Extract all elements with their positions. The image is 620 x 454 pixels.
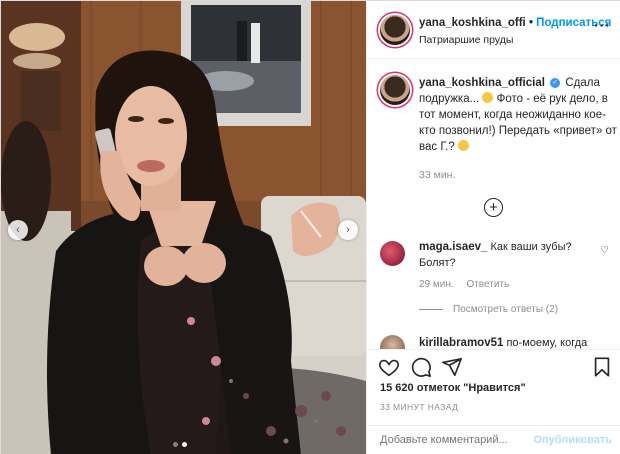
chevron-right-icon: › bbox=[346, 223, 350, 236]
comment-like-icon[interactable]: ♡ bbox=[600, 245, 609, 256]
comment-text-block: kirillabramov51 по-моему, когда bbox=[419, 335, 594, 349]
comment-icon bbox=[411, 357, 431, 377]
plus-circle-icon: + bbox=[489, 199, 498, 216]
photo-illustration bbox=[1, 1, 366, 454]
post-actions: 15 620 отметок "Нравится" 33 МИНУТ НАЗАД bbox=[367, 349, 620, 431]
comment-username[interactable]: kirillabramov51 bbox=[419, 337, 503, 349]
load-more-comments-button[interactable]: + bbox=[484, 198, 503, 217]
commenter-avatar[interactable] bbox=[380, 241, 405, 266]
caption-username[interactable]: yana_koshkina_official bbox=[419, 77, 545, 89]
share-button[interactable] bbox=[441, 356, 463, 378]
comment-text-block: maga.isaev_ Как ваши зубы? Болят? bbox=[419, 239, 594, 271]
emoji-icon bbox=[482, 92, 494, 103]
author-header-line: yana_koshkina_offi • Подписаться bbox=[419, 17, 611, 29]
carousel-prev-button[interactable]: ‹ bbox=[8, 220, 28, 240]
divider-line bbox=[419, 308, 443, 310]
save-button[interactable] bbox=[591, 356, 613, 378]
carousel-next-button[interactable]: › bbox=[338, 220, 358, 240]
caption-avatar[interactable] bbox=[380, 75, 410, 105]
author-avatar[interactable] bbox=[380, 15, 410, 45]
emoji-icon bbox=[457, 140, 469, 151]
more-options-button[interactable]: ··· bbox=[594, 17, 611, 33]
likes-count[interactable]: 15 620 отметок "Нравится" bbox=[380, 382, 526, 394]
caption-text-block: yana_koshkina_official ✓ Сдала подружка.… bbox=[419, 75, 619, 155]
author-username[interactable]: yana_koshkina_offi bbox=[419, 17, 526, 29]
post-photo[interactable]: ‹ › bbox=[1, 1, 366, 454]
post-header: yana_koshkina_offi • Подписаться Патриар… bbox=[367, 1, 620, 59]
share-icon bbox=[442, 357, 462, 377]
like-button[interactable] bbox=[378, 356, 400, 378]
heart-icon bbox=[379, 359, 399, 377]
comments-list[interactable]: yana_koshkina_official ✓ Сдала подружка.… bbox=[367, 59, 620, 349]
post-timestamp[interactable]: 33 МИНУТ НАЗАД bbox=[380, 402, 458, 412]
post-sidebar: yana_koshkina_offi • Подписаться Патриар… bbox=[366, 1, 620, 454]
comment-text: по-моему, когда bbox=[506, 337, 588, 349]
comment-input[interactable] bbox=[380, 434, 530, 446]
comment-button[interactable] bbox=[410, 356, 432, 378]
view-replies-button[interactable]: Посмотреть ответы (2) bbox=[419, 304, 558, 315]
instagram-post: ‹ › yana_koshkina_offi • Подписаться Пат… bbox=[0, 0, 620, 454]
bookmark-icon bbox=[594, 357, 610, 377]
comment-time: 29 мин. bbox=[419, 279, 454, 290]
comment-meta: 29 мин. Ответить bbox=[419, 279, 509, 290]
reply-button[interactable]: Ответить bbox=[466, 279, 509, 290]
publish-comment-button[interactable]: Опубликовать bbox=[533, 434, 612, 446]
verified-icon: ✓ bbox=[550, 77, 561, 88]
more-icon: ··· bbox=[594, 17, 611, 33]
carousel-dot bbox=[173, 442, 178, 447]
carousel-dot-active bbox=[182, 442, 187, 447]
caption-time: 33 мин. bbox=[419, 169, 456, 181]
commenter-avatar[interactable] bbox=[380, 335, 405, 349]
view-replies-label: Посмотреть ответы (2) bbox=[453, 304, 559, 315]
comment-username[interactable]: maga.isaev_ bbox=[419, 241, 487, 253]
comment-composer: Опубликовать bbox=[367, 425, 620, 454]
chevron-left-icon: ‹ bbox=[16, 223, 20, 236]
location-link[interactable]: Патриаршие пруды bbox=[419, 34, 513, 46]
separator: • bbox=[528, 17, 533, 29]
carousel-indicator bbox=[173, 442, 187, 447]
